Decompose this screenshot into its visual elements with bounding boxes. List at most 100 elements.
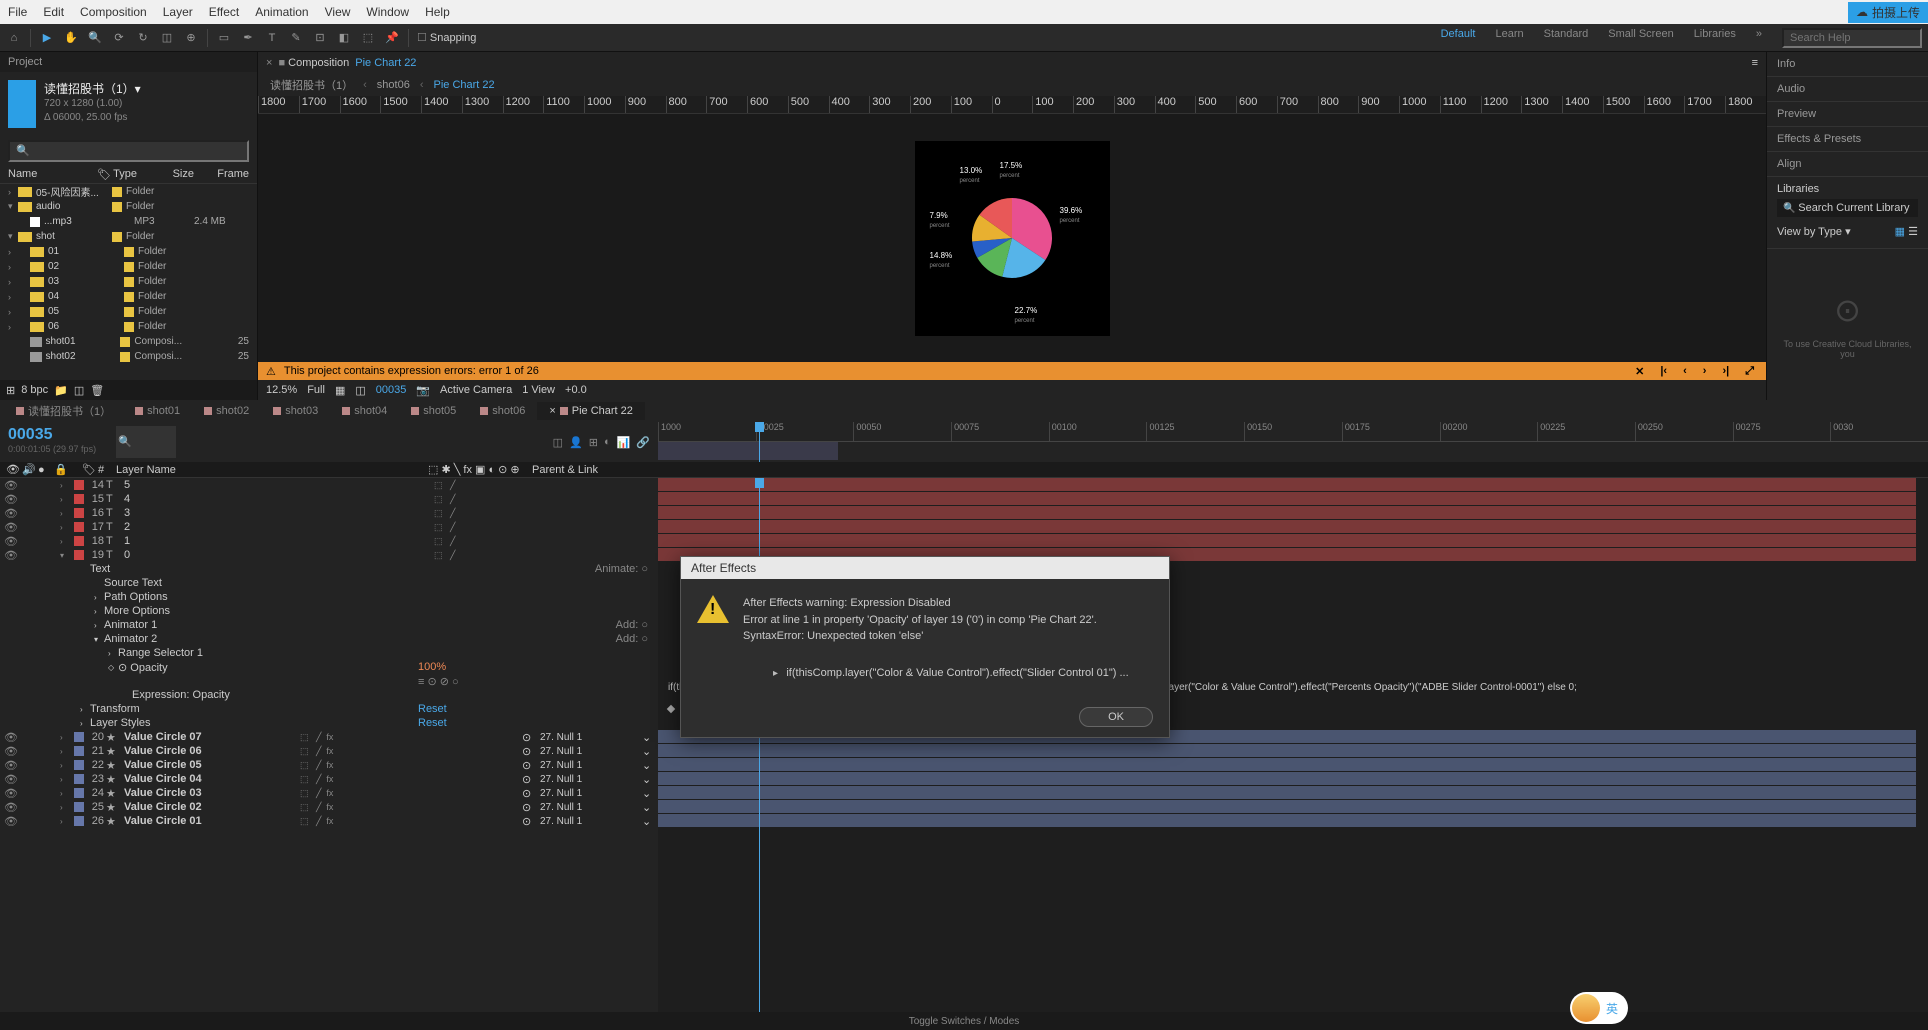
project-tree[interactable]: ›05-风险因素...Folder▾audioFolder...mp3MP32.… [0, 184, 257, 380]
work-area-bar[interactable] [658, 442, 838, 460]
roto-tool-icon[interactable]: ⬚ [360, 30, 376, 46]
anchor-tool-icon[interactable]: ⊕ [183, 30, 199, 46]
workspace-learn[interactable]: Learn [1495, 28, 1523, 48]
layer-row[interactable]: 👁›17T2⬚ ╱ [0, 520, 658, 534]
project-search-input[interactable] [8, 140, 249, 162]
grid-icon[interactable]: ▦ [335, 384, 345, 397]
home-icon[interactable]: ⌂ [6, 30, 22, 46]
exposure-value[interactable]: +0.0 [565, 384, 587, 396]
menu-help[interactable]: Help [425, 5, 450, 19]
project-row[interactable]: ›04Folder [0, 289, 257, 304]
info-panel[interactable]: Info [1767, 52, 1928, 77]
property-row[interactable]: ›Path Options [0, 590, 658, 604]
camera-tool-icon[interactable]: ◫ [159, 30, 175, 46]
menu-animation[interactable]: Animation [255, 5, 308, 19]
align-panel[interactable]: Align [1767, 152, 1928, 177]
timeline-tab[interactable]: shot03 [261, 402, 330, 420]
project-row[interactable]: ›02Folder [0, 259, 257, 274]
camera-dropdown[interactable]: Active Camera [440, 384, 512, 396]
error-close-icon[interactable]: ✕ [1631, 365, 1648, 378]
workspace-standard[interactable]: Standard [1544, 28, 1589, 48]
menu-view[interactable]: View [325, 5, 351, 19]
view-dropdown[interactable]: 1 View [522, 384, 555, 396]
tab-menu-icon[interactable]: ≡ [1752, 57, 1758, 69]
trash-icon[interactable]: 🗑 [90, 384, 104, 397]
libraries-panel[interactable]: Libraries 🔍 Search Current Library View … [1767, 177, 1928, 249]
shape-tool-icon[interactable]: ▭ [216, 30, 232, 46]
layer-row[interactable]: 👁›26★Value Circle 01⬚ ╱ fx⊙27. Null 1⌄ [0, 814, 658, 828]
close-tab-icon[interactable]: × [266, 57, 272, 69]
motion-blur-icon[interactable]: ◐ [604, 436, 611, 448]
property-row[interactable]: ›More Options [0, 604, 658, 618]
interpret-icon[interactable]: ⊞ [6, 384, 15, 397]
comp-tab-name[interactable]: Pie Chart 22 [355, 57, 416, 69]
zoom-dropdown[interactable]: 12.5% [266, 384, 297, 396]
property-row[interactable]: ›Range Selector 1 [0, 646, 658, 660]
crumb-2[interactable]: Pie Chart 22 [434, 79, 495, 91]
error-next-icon[interactable]: › [1699, 365, 1711, 377]
timeline-tab[interactable]: shot02 [192, 402, 261, 420]
property-row[interactable]: ≡ ⊙ ⊘ ○ [0, 674, 658, 688]
upload-button[interactable]: ☁ 拍摄上传 [1848, 2, 1928, 23]
brush-tool-icon[interactable]: ✎ [288, 30, 304, 46]
error-prev-icon[interactable]: ‹ [1679, 365, 1691, 377]
project-row[interactable]: shot01Composi...25 [0, 334, 257, 349]
selection-tool-icon[interactable]: ▶ [39, 30, 55, 46]
bpc-toggle[interactable]: 8 bpc [21, 384, 48, 396]
workspace-more-icon[interactable]: » [1756, 28, 1762, 48]
shy-icon[interactable]: 👤 [569, 436, 583, 449]
new-comp-icon[interactable]: ◫ [74, 384, 84, 397]
timeline-tab[interactable]: shot05 [399, 402, 468, 420]
project-row[interactable]: ›06Folder [0, 319, 257, 334]
grid-view-icon[interactable]: ▦ [1895, 226, 1905, 238]
text-tool-icon[interactable]: T [264, 30, 280, 46]
property-row[interactable]: ▾Animator 2Add: ○ [0, 632, 658, 646]
effects-panel[interactable]: Effects & Presets [1767, 127, 1928, 152]
project-row[interactable]: shot02Composi...25 [0, 349, 257, 364]
orbit-tool-icon[interactable]: ⟳ [111, 30, 127, 46]
workspace-smallscreen[interactable]: Small Screen [1608, 28, 1673, 48]
property-row[interactable]: Expression: Opacity [0, 688, 658, 702]
layer-row[interactable]: 👁›14T5⬚ ╱ [0, 478, 658, 492]
crumb-0[interactable]: 读懂招股书（1） [270, 77, 353, 93]
timeline-tab[interactable]: shot04 [330, 402, 399, 420]
time-display[interactable]: 00035 [376, 384, 407, 396]
hand-tool-icon[interactable]: ✋ [63, 30, 79, 46]
project-tab[interactable]: Project [0, 52, 257, 72]
layer-row[interactable]: 👁›15T4⬚ ╱ [0, 492, 658, 506]
project-row[interactable]: ▾shotFolder [0, 229, 257, 244]
canvas-area[interactable]: 39.6%percent22.7%percent14.8%percent7.9%… [258, 114, 1766, 362]
zoom-tool-icon[interactable]: 🔍 [87, 30, 103, 46]
property-row[interactable]: ›Animator 1Add: ○ [0, 618, 658, 632]
project-row[interactable]: ▾audioFolder [0, 199, 257, 214]
layer-row[interactable]: 👁›25★Value Circle 02⬚ ╱ fx⊙27. Null 1⌄ [0, 800, 658, 814]
layer-row[interactable]: 👁›22★Value Circle 05⬚ ╱ fx⊙27. Null 1⌄ [0, 758, 658, 772]
property-row[interactable]: ›TransformReset [0, 702, 658, 716]
workspace-default[interactable]: Default [1441, 28, 1476, 48]
timeline-tab[interactable]: × Pie Chart 22 [537, 402, 645, 420]
resolution-dropdown[interactable]: Full [307, 384, 325, 396]
timeline-tab[interactable]: 读懂招股书（1） [4, 400, 123, 422]
timeline-footer[interactable]: Toggle Switches / Modes [0, 1012, 1928, 1030]
puppet-tool-icon[interactable]: 📌 [384, 30, 400, 46]
layer-row[interactable]: 👁›21★Value Circle 06⬚ ╱ fx⊙27. Null 1⌄ [0, 744, 658, 758]
search-help-input[interactable] [1782, 28, 1922, 48]
error-first-icon[interactable]: |‹ [1656, 365, 1671, 377]
menu-file[interactable]: File [8, 5, 27, 19]
crumb-1[interactable]: shot06 [377, 79, 410, 91]
audio-panel[interactable]: Audio [1767, 77, 1928, 102]
project-row[interactable]: ›05-风险因素...Folder [0, 184, 257, 199]
error-last-icon[interactable]: ›| [1718, 365, 1733, 377]
menu-layer[interactable]: Layer [163, 5, 193, 19]
chat-bubble[interactable]: 英 [1570, 992, 1628, 1024]
project-title[interactable]: 读懂招股书（1）▾ [44, 80, 249, 97]
project-row[interactable]: ...mp3MP32.4 MB [0, 214, 257, 229]
property-row[interactable]: Source Text [0, 576, 658, 590]
layer-row[interactable]: 👁›23★Value Circle 04⬚ ╱ fx⊙27. Null 1⌄ [0, 772, 658, 786]
graph-icon[interactable]: 📊 [617, 436, 631, 449]
playhead[interactable] [759, 422, 760, 462]
project-row[interactable]: ›05Folder [0, 304, 257, 319]
mask-icon[interactable]: ◫ [355, 384, 365, 397]
new-folder-icon[interactable]: 📁 [54, 384, 68, 397]
frame-blend-icon[interactable]: ⊞ [589, 436, 598, 449]
